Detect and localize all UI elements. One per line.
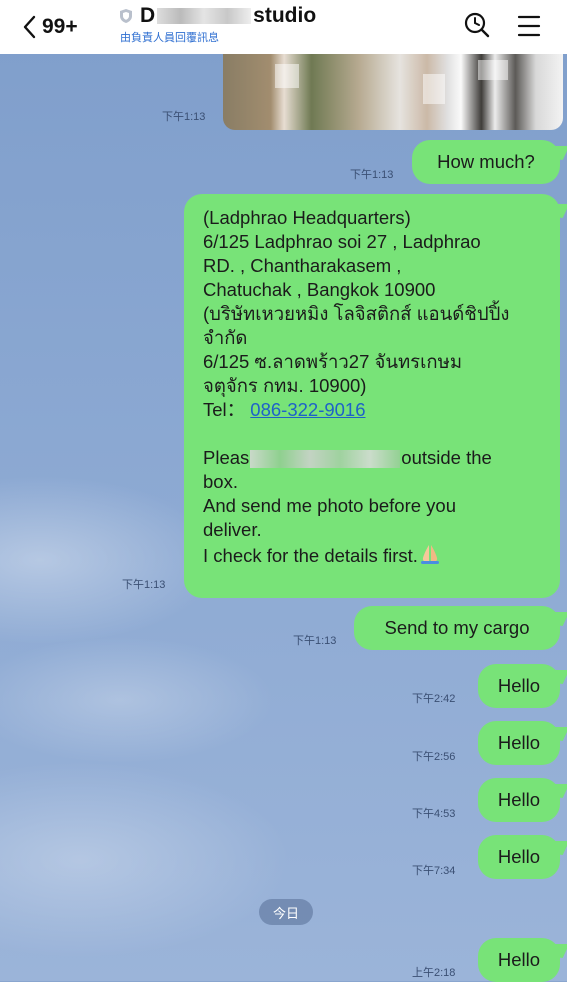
message-line: 6/125 Ladphrao soi 27 , Ladphrao — [203, 231, 481, 252]
bubble-tail — [548, 727, 567, 741]
message-time: 下午1:13 — [162, 111, 206, 123]
shield-icon — [120, 9, 132, 23]
address-message-bubble[interactable]: (Ladphrao Headquarters) 6/125 Ladphrao s… — [184, 194, 567, 598]
redacted-text — [250, 450, 401, 469]
message-line: จตุจักร กทม. 10900) — [203, 375, 367, 396]
search-icon — [464, 12, 490, 38]
back-button[interactable]: 99+ — [22, 10, 78, 44]
chat-title-start: D — [140, 4, 156, 27]
message-line: (Ladphrao Headquarters) — [203, 207, 411, 228]
chat-title-area[interactable]: Dstudio 由負責人員回覆訊息 — [118, 4, 316, 45]
chat-area[interactable]: 下午1:13 下午1:13 How much? 下午1:13 (Ladphrao… — [0, 54, 567, 982]
bubble-tail — [548, 612, 567, 626]
bubble-tail — [548, 784, 567, 798]
message-line: (บริษัทเหวยหมิง โลจิสติกส์ แอนด์ชิปปิ้ง — [203, 303, 510, 324]
chat-title-end: studio — [253, 4, 317, 27]
please-start: Pleas — [203, 447, 250, 468]
message-text: Hello — [497, 949, 541, 970]
message-line: And send me photo before you — [203, 495, 457, 516]
tel-line: Tel： 086-322-9016 — [203, 398, 546, 422]
message-bubble[interactable]: Hello — [478, 664, 567, 708]
message-time: 下午7:34 — [412, 865, 456, 877]
message-bubble[interactable]: How much? — [412, 140, 567, 184]
message-time: 下午1:13 — [350, 169, 394, 181]
redacted-name — [157, 8, 252, 25]
message-line: RD. , Chantharakasem , — [203, 255, 402, 276]
day-divider: 今日 — [259, 899, 313, 925]
message-line: Chatuchak , Bangkok 10900 — [203, 279, 436, 300]
message-line: I check for the details first. — [203, 542, 546, 568]
pray-emoji-icon — [420, 545, 439, 564]
message-time: 下午2:42 — [412, 693, 456, 705]
message-text: Hello — [497, 789, 541, 810]
message-bubble[interactable]: Hello — [478, 778, 567, 822]
message-line: deliver. — [203, 519, 262, 540]
message-line: จำกัด — [203, 327, 248, 348]
message-text: How much? — [437, 151, 535, 172]
menu-icon — [517, 15, 541, 37]
chat-header: 99+ Dstudio 由負責人員回覆訊息 — [0, 0, 567, 54]
message-bubble[interactable]: Hello — [478, 938, 567, 982]
message-line: 6/125 ซ.ลาดพร้าว27 จันทรเกษม — [203, 351, 463, 372]
tel-label: Tel： — [203, 399, 246, 420]
bubble-tail — [548, 670, 567, 684]
search-button[interactable] — [462, 10, 492, 47]
message-line: box. — [203, 471, 238, 492]
menu-button[interactable] — [516, 12, 542, 45]
message-text: I check for the details first. — [203, 545, 418, 566]
pixelation-block — [423, 74, 445, 104]
bubble-tail — [548, 841, 567, 855]
message-time: 下午4:53 — [412, 808, 456, 820]
photo-message[interactable] — [223, 54, 563, 130]
message-text: Hello — [497, 732, 541, 753]
message-text: Send to my cargo — [384, 617, 530, 638]
message-text: Hello — [497, 675, 541, 696]
phone-link[interactable]: 086-322-9016 — [250, 399, 365, 420]
bubble-tail — [548, 204, 567, 218]
message-bubble[interactable]: Hello — [478, 721, 567, 765]
please-end: outside the — [401, 447, 492, 468]
pixelation-block — [275, 64, 299, 88]
pixelation-block — [478, 60, 508, 80]
chat-title: Dstudio — [140, 4, 316, 28]
message-time: 上午2:18 — [412, 967, 456, 979]
message-bubble[interactable]: Send to my cargo — [354, 606, 567, 650]
message-bubble[interactable]: Hello — [478, 835, 567, 879]
message-text: Hello — [497, 846, 541, 867]
unread-count: 99+ — [42, 15, 78, 38]
message-time: 下午2:56 — [412, 751, 456, 763]
bubble-tail — [548, 146, 567, 160]
message-line: Pleas outside the — [203, 446, 546, 470]
bubble-tail — [548, 944, 567, 958]
message-time: 下午1:13 — [122, 579, 166, 591]
chevron-left-icon — [23, 15, 36, 39]
chat-subtitle: 由負責人員回覆訊息 — [120, 32, 219, 44]
message-time: 下午1:13 — [293, 635, 337, 647]
